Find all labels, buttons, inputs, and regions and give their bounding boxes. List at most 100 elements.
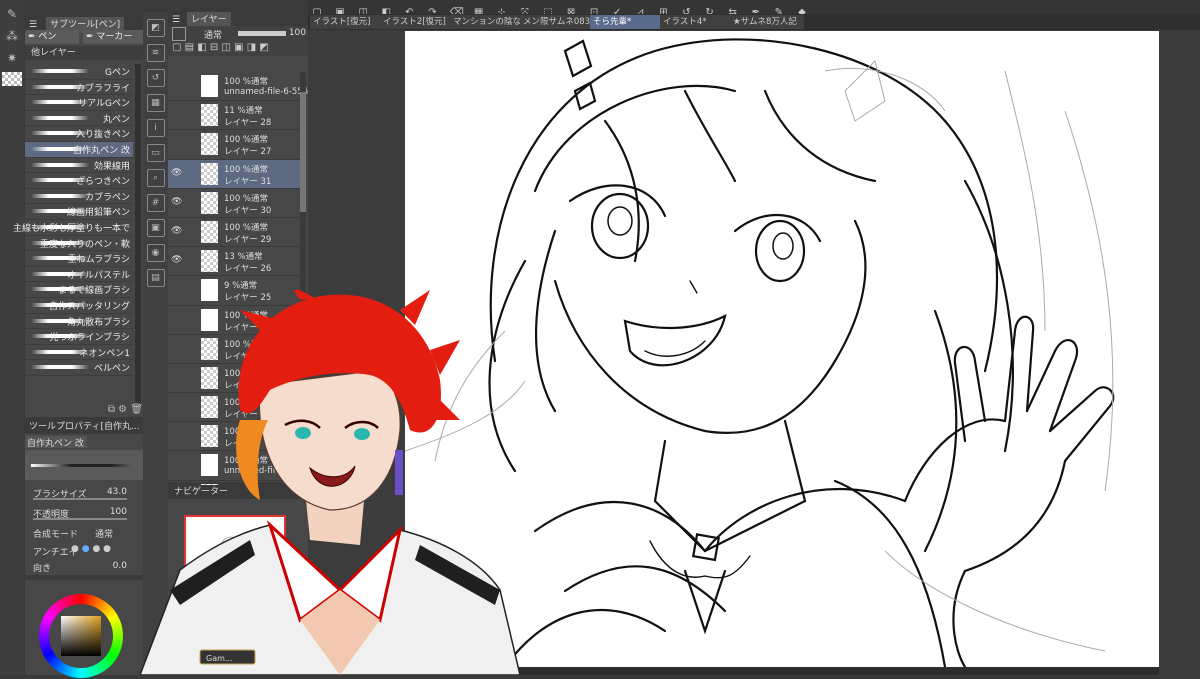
copy-subtool-icon[interactable]: ⧉ [108,404,115,415]
image-icon[interactable]: ▣ [146,219,165,237]
svg-text:Gam...: Gam... [206,654,233,663]
pen-tool-icon[interactable]: ✎ [4,6,20,22]
brush-item[interactable]: ざらつきペン [25,173,133,189]
brush-stroke-preview [31,162,89,167]
color-wheel[interactable] [39,594,123,678]
folder-icon[interactable]: ▭ [146,144,165,162]
visibility-eye-icon[interactable]: 👁 [171,168,182,178]
brush-item[interactable]: 重ねムラブラシ [25,251,133,267]
subtool-tab-bar: ☰ サブツール[ペン] [25,12,143,33]
document-tab[interactable]: イラスト[復元] [310,15,384,29]
visibility-eye-icon[interactable]: 👁 [171,197,182,207]
brush-stroke-preview [31,115,89,120]
layer-row[interactable]: 👁 100 %通常 レイヤー 29 [168,218,300,248]
brush-item-label: オイルパステル [66,270,130,281]
layer-row[interactable]: 100 %通常 unnamed-file-6-556x100 [168,72,329,102]
brush-group-tabs: ✒ ペン ✒ マーカー [25,30,143,44]
brush-item[interactable]: 角丸散布ブラシ [25,314,133,330]
brush-item[interactable]: 自作丸ペン 改 [25,141,133,158]
brush-item[interactable]: 丸ペン [25,111,133,127]
layer-tool-icons[interactable]: ▢ ▤ ◧ ⊟ ◫ ▣ ◨ ◩ [172,42,269,53]
brush-item[interactable]: 重度な入りのペン・軟 [25,236,133,252]
settings-icon[interactable]: ⚙ [118,404,127,415]
visibility-eye-icon[interactable]: 👁 [171,255,182,265]
brush-size-control[interactable]: ブラシサイズ 43.0 [25,484,143,500]
brush-item[interactable]: 主線も水彩も厚塗りも一本で [13,220,133,236]
layer-opacity-slider[interactable] [238,31,286,36]
brush-item[interactable]: ネオンペン1 [25,345,133,361]
brush-stroke-preview [25,450,143,480]
brush-item[interactable]: 線画用鉛筆ペン [25,204,133,220]
brush-item[interactable]: 自作スパッタリング [25,298,133,314]
direction-control[interactable]: 向き 0.0 [25,558,143,574]
brush-item-label: Gペン [105,68,130,78]
brush-item-label: リアルGペン [78,99,130,110]
material-icon[interactable]: ▦ [146,94,165,112]
search-icon[interactable]: ⌕ [146,169,165,187]
document-tab[interactable]: イラスト2[復元] [380,15,454,29]
layer-name: レイヤー 29 [224,234,272,245]
layer-toolbar: ▢ ▤ ◧ ⊟ ◫ ▣ ◨ ◩ [168,42,308,56]
info-icon[interactable]: i [146,119,165,137]
document-tab[interactable]: イラスト4* [660,15,734,29]
tool-property-panel: ツールプロパティ[自作丸... 自作丸ペン 改 ブラシサイズ 43.0 不透明度… [25,420,147,575]
layer-thumbnail [201,162,218,185]
brush-item[interactable]: リアルGペン [25,95,133,111]
layer-row[interactable]: 👁 100 %通常 レイヤー 30 [168,189,300,218]
brush-item-label: 光っぶラインブラシ [49,333,130,344]
document-tab[interactable]: そら先輩* [590,15,664,29]
brush-item[interactable]: 光っぶラインブラシ [25,329,133,345]
transparent-color-icon[interactable] [2,72,22,86]
layer-blend-select[interactable]: 通常 [204,28,222,41]
brush-item-label: 重ねムラブラシ [67,255,130,266]
layer-property-icon[interactable]: ◩ [146,19,165,37]
brush-stroke-preview [31,69,89,73]
history-icon[interactable]: ↺ [146,69,165,87]
document-tab[interactable]: ★サムネ8万人記 [730,15,804,29]
layer-color-icon[interactable] [172,27,186,41]
brush-item-label: 角丸散布ブラシ [67,317,130,328]
opacity-control[interactable]: 不透明度 100 [25,504,143,520]
antialias-control[interactable]: アンチエイ ● ● ● ● [25,542,143,558]
brush-item[interactable]: カブラフライ [25,80,133,96]
brush-item[interactable]: Gペン [25,64,133,80]
grid-icon[interactable]: # [146,194,165,212]
layer-row[interactable]: 11 %通常 レイヤー 28 [168,101,300,131]
brush-item-label: 自作丸ペン 改 [73,145,130,156]
document-tab[interactable]: マンションの陰な [450,15,524,29]
brush-item[interactable]: まるで線画ブラシ [25,282,133,298]
layer-name: レイヤー 30 [224,205,272,216]
layer-opacity-value: 100 [288,28,306,38]
puzzle-icon[interactable]: ▤ [146,269,165,287]
brush-item[interactable]: オイルパステル [25,267,133,283]
brush-item[interactable]: 入り抜きペン [25,126,133,142]
layer-blend-label: 100 %通常 [224,135,269,146]
subtool-panel: ☰ サブツール[ペン] ✒ ペン ✒ マーカー 他レイヤー Gペンカブラフライリ… [13,12,149,417]
brush-item[interactable]: カブラペン [25,189,133,205]
star-tool-icon[interactable]: ✷ [4,50,20,66]
visibility-eye-icon[interactable]: 👁 [171,226,182,236]
brush-tool-icon[interactable]: ⁂ [4,28,20,44]
blend-mode-select[interactable]: 合成モード 通常 [25,524,143,540]
layer-name: レイヤー 26 [224,264,272,275]
other-layer-tab[interactable]: 他レイヤー [25,46,149,60]
brush-item-label: 線画用鉛筆ペン [66,208,130,219]
document-tab[interactable]: メン限サムネ083 [520,15,594,29]
camera-icon[interactable]: ◉ [146,244,165,262]
tab-marker[interactable]: ✒ マーカー [83,30,143,44]
layer-row[interactable]: 👁 100 %通常 レイヤー 31 [168,159,300,189]
tab-pen[interactable]: ✒ ペン [25,30,79,44]
layer-row[interactable]: 👁 13 %通常 レイヤー 26 [168,247,300,277]
brush-item[interactable]: ベルペン [25,360,133,376]
brush-item[interactable]: 効果線用 [25,158,133,174]
saturation-value-square[interactable] [61,616,101,656]
brush-item-label: カブラペン [84,192,130,203]
layer-thumbnail [201,250,218,273]
layer-tab-bar: ☰ レイヤー [168,12,308,28]
tool-property-brush-name: 自作丸ペン 改 [25,436,87,448]
layer-stack-icon[interactable]: ≋ [146,44,165,62]
layer-row[interactable]: 100 %通常 レイヤー 27 [168,130,300,160]
left-toolbar: ✎ ⁂ ✷ [0,0,24,675]
brush-item-label: 丸ペン [102,114,130,125]
layer-thumbnail [201,220,218,243]
